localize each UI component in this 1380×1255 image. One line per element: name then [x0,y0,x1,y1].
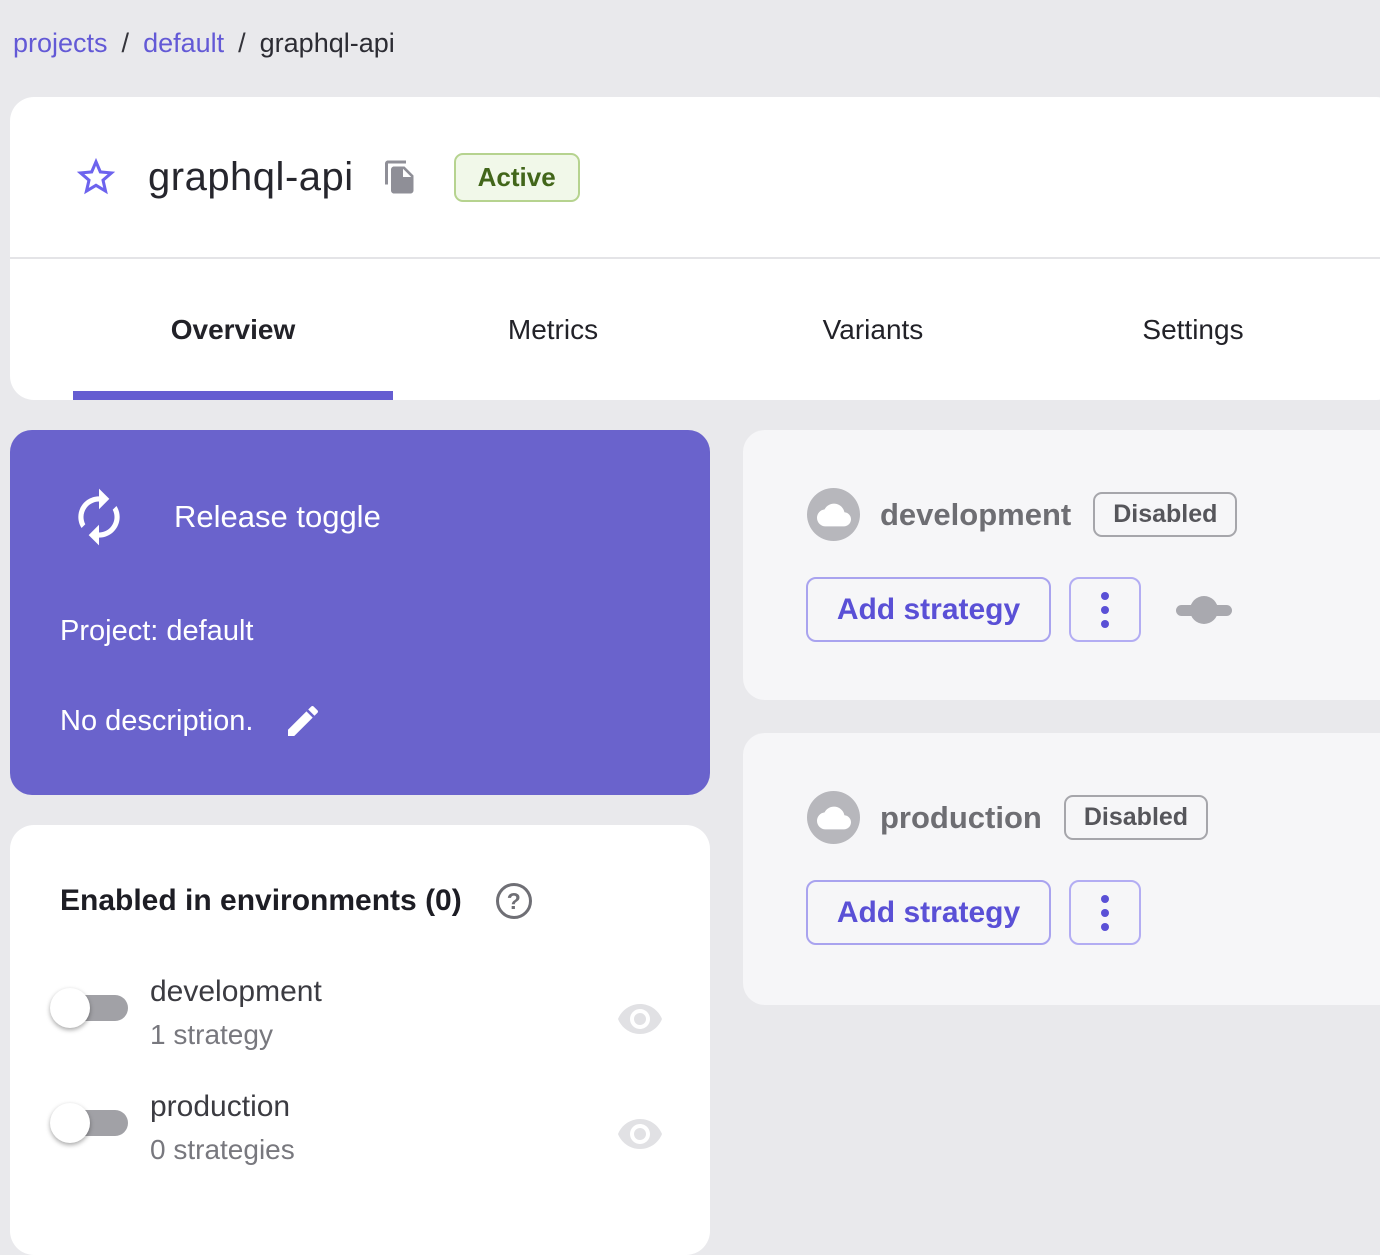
environment-name: production [880,799,1042,835]
visibility-eye-button-production[interactable] [616,1110,664,1158]
breadcrumb-link-projects[interactable]: projects [13,28,108,59]
environment-status-badge: Disabled [1063,795,1209,840]
copy-icon [384,160,414,194]
rollout-slider-icon [1176,588,1232,632]
tab-variants[interactable]: Variants [713,259,1033,400]
environment-actions: Add strategy [806,880,1141,945]
feature-summary-card: Release toggle Project: default No descr… [10,430,710,795]
kebab-icon [1101,591,1109,600]
project-label: Project: default [60,615,254,647]
add-strategy-button[interactable]: Add strategy [806,880,1051,945]
more-options-button[interactable] [1069,880,1141,945]
breadcrumb-separator: / [121,28,130,58]
env-row-strategies-production: 0 strategies [150,1134,295,1165]
env-toggle-development[interactable] [50,985,134,1031]
environment-name: development [880,496,1072,532]
release-toggle-icon [78,488,120,546]
environment-card-development: development Disabled Add strategy [743,430,1380,700]
eye-icon [618,1004,662,1034]
cloud-icon [816,806,851,829]
enabled-environments-header: Enabled in environments (0) ? [60,883,532,919]
edit-description-button[interactable] [283,701,323,741]
environment-avatar [807,488,860,541]
tab-metrics[interactable]: Metrics [393,259,713,400]
tab-overview[interactable]: Overview [73,259,393,400]
environment-actions: Add strategy [806,577,1232,642]
breadcrumb-separator: / [238,28,246,58]
page-title: graphql-api [148,154,354,199]
visibility-eye-button-development[interactable] [616,995,664,1043]
breadcrumb: projects / default / graphql-api [13,28,395,59]
environment-card-header: production Disabled [807,791,1209,844]
help-icon[interactable]: ? [495,883,532,919]
toggle-knob [50,988,90,1028]
tab-settings[interactable]: Settings [1033,259,1353,400]
env-row-name-development: development [150,975,322,1008]
toggle-knob [50,1103,90,1143]
environment-status-badge: Disabled [1093,492,1238,537]
more-options-button[interactable] [1069,577,1141,642]
env-toggle-production[interactable] [50,1100,134,1146]
description-row: No description. [60,701,323,741]
feature-header-row: graphql-api Active [10,97,1380,257]
breadcrumb-link-default[interactable]: default [143,28,224,59]
cloud-icon [816,503,851,526]
environment-card-production: production Disabled Add strategy [743,733,1380,1005]
active-tab-indicator [73,391,393,400]
edit-pencil-icon [288,705,319,736]
tab-bar: Overview Metrics Variants Settings [10,259,1380,400]
favorite-star-button[interactable] [72,153,120,201]
toggle-type-label: Release toggle [174,499,381,534]
enabled-environments-title: Enabled in environments (0) [60,884,462,917]
description-text: No description. [60,704,254,737]
environment-avatar [807,791,860,844]
kebab-icon [1101,894,1109,903]
status-badge: Active [453,152,580,202]
environment-card-header: development Disabled [807,488,1238,541]
enabled-environments-card: Enabled in environments (0) ? developmen… [10,825,710,1255]
env-row-strategies-development: 1 strategy [150,1019,273,1050]
breadcrumb-current: graphql-api [259,28,395,58]
feature-header-card: graphql-api Active Overview Metrics Vari… [10,97,1380,400]
toggle-type-row: Release toggle [68,486,381,548]
copy-name-button[interactable] [382,159,418,195]
add-strategy-button[interactable]: Add strategy [806,577,1051,642]
star-icon [76,157,116,195]
env-row-name-production: production [150,1090,291,1123]
eye-icon [618,1119,662,1149]
